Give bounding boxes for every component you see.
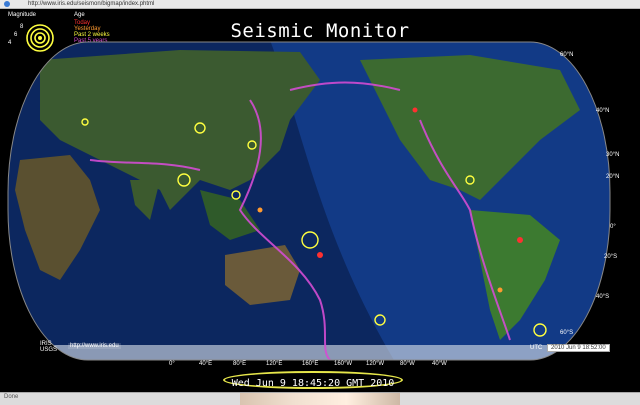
lon-label-80w: 80°W	[400, 361, 415, 367]
lat-label-40s: 40°S	[596, 294, 609, 300]
world-map[interactable]: 60°N 40°N 30°N 20°N 0° 20°S 40°S 60°S	[0, 40, 640, 370]
legend-magnitude-label: Magnitude	[8, 12, 37, 18]
lon-label-40w: 40°W	[432, 361, 447, 367]
timestamp-display: Wed Jun 9 18:45:20 GMT 2010	[223, 371, 403, 389]
lon-label-160w: 160°W	[334, 361, 353, 367]
lon-label-0: 0°	[169, 361, 175, 367]
longitude-labels: 0° 40°E 80°E 120°E 160°E 160°W 120°W 80°…	[0, 361, 640, 371]
usgs-label: USGS	[40, 347, 58, 353]
address-bar[interactable]: http://www.iris.edu/seismon/bigmap/index…	[0, 0, 640, 9]
timestamp-text: Wed Jun 9 18:45:20 GMT 2010	[231, 378, 395, 389]
lat-label-40n: 40°N	[596, 108, 609, 114]
lat-label-60s: 60°S	[560, 330, 573, 336]
lon-label-120w: 120°W	[366, 361, 385, 367]
lon-label-120e: 120°E	[266, 361, 283, 367]
footer-credits: IRIS USGS	[40, 341, 57, 353]
utc-clock: UTC 2010 Jun 9 18:52:00	[530, 344, 610, 352]
lat-label-0: 0°	[610, 224, 616, 230]
lon-label-40e: 40°E	[199, 361, 213, 367]
lon-label-80e: 80°E	[233, 361, 247, 367]
lon-label-160e: 160°E	[302, 361, 319, 367]
lat-label-60n: 60°N	[560, 52, 573, 58]
utc-value: 2010 Jun 9 18:52:00	[547, 344, 610, 352]
page-title: Seismic Monitor	[230, 20, 410, 42]
legend-age-label: Age	[74, 12, 85, 18]
utc-label: UTC	[530, 345, 543, 351]
lat-label-20n: 20°N	[606, 174, 619, 180]
page-icon	[4, 1, 10, 7]
url-text[interactable]: http://www.iris.edu/seismon/bigmap/index…	[28, 0, 154, 8]
iris-link[interactable]: http://www.iris.edu	[68, 343, 121, 349]
lat-label-20s: 20°S	[604, 254, 617, 260]
status-decoration	[240, 393, 400, 405]
lat-label-30n: 30°N	[606, 152, 619, 158]
status-text: Done	[4, 394, 19, 400]
status-bar: Done	[0, 392, 640, 405]
